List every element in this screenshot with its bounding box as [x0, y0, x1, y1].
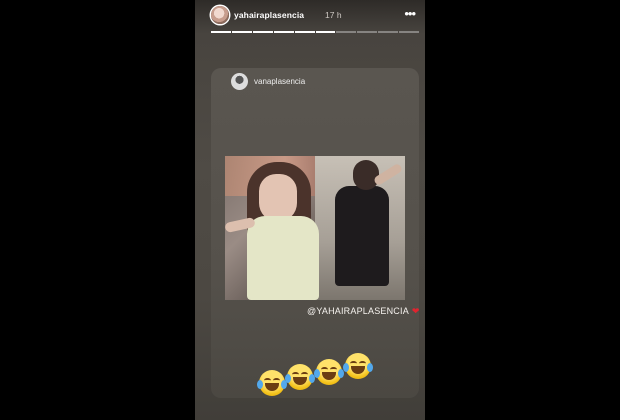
shared-photo[interactable] [225, 156, 405, 300]
laughing-tears-emoji [285, 364, 315, 390]
progress-segment [315, 31, 336, 33]
shared-post-avatar[interactable] [231, 73, 248, 90]
mention-text[interactable]: @YAHAIRAPLASENCIA [307, 306, 409, 316]
story-time: 17 h [325, 10, 342, 20]
avatar[interactable] [211, 6, 229, 24]
laughing-tears-emoji [314, 359, 344, 385]
progress-segment [336, 31, 357, 33]
shared-post-username[interactable]: vanaplasencia [254, 77, 305, 86]
progress-segment [231, 31, 252, 33]
progress-segment [357, 31, 378, 33]
progress-segment [273, 31, 294, 33]
story-progress-bar [211, 31, 420, 33]
progress-segment [399, 31, 420, 33]
more-horizontal-icon[interactable]: ••• [404, 5, 416, 23]
progress-segment [211, 31, 231, 33]
progress-segment [294, 31, 315, 33]
laughing-tears-emoji [257, 370, 287, 396]
progress-segment [252, 31, 273, 33]
story-username[interactable]: yahairaplasencia [234, 10, 304, 20]
story-viewer[interactable]: yahairaplasencia 17 h ••• vanaplasencia [195, 0, 425, 420]
progress-segment [378, 31, 399, 33]
story-header: yahairaplasencia 17 h ••• [195, 0, 425, 36]
laughing-tears-emoji [343, 353, 373, 379]
heart-icon: ❤ [411, 306, 420, 316]
mention-sticker[interactable]: @YAHAIRAPLASENCIA ❤ [307, 306, 420, 317]
